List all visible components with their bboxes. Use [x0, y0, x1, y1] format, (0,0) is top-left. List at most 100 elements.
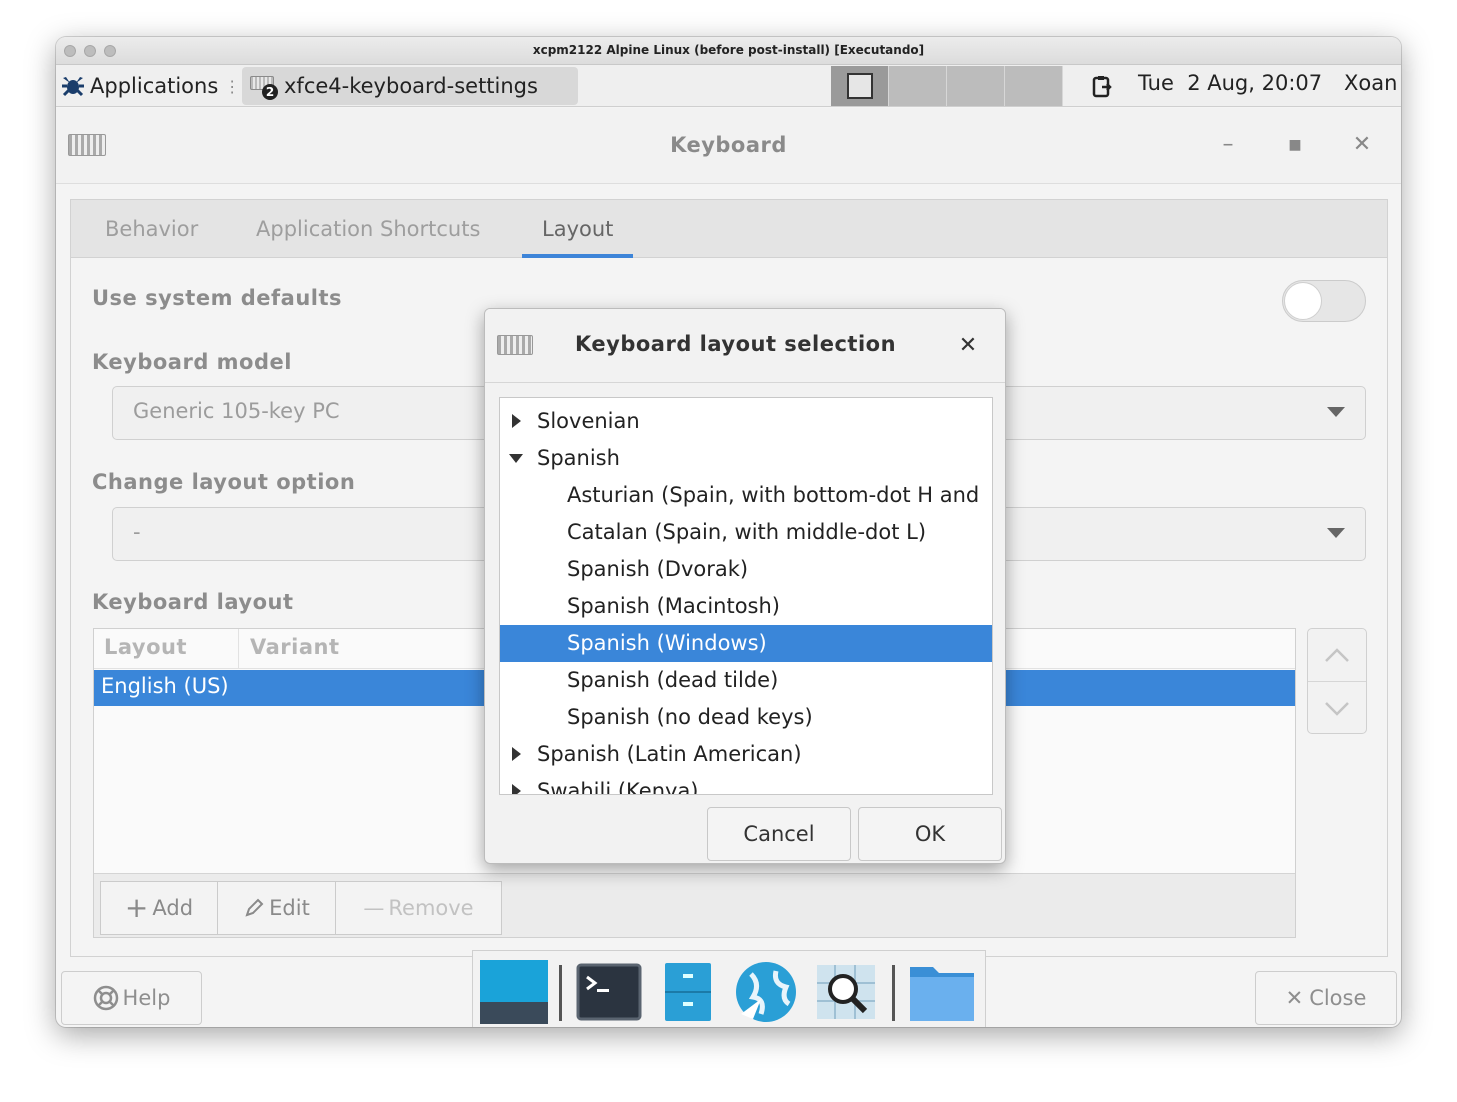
keyboard-layout-label: Keyboard layout: [92, 590, 294, 614]
expander-collapsed-icon[interactable]: [512, 747, 521, 761]
pencil-icon: [245, 898, 264, 917]
vm-title: xcpm2122 Alpine Linux (before post-insta…: [532, 43, 925, 57]
cancel-button[interactable]: Cancel: [707, 807, 851, 861]
tree-item-label: Asturian (Spain, with bottom-dot H and: [567, 483, 980, 507]
workspace-2[interactable]: [889, 66, 947, 106]
workspace-switcher[interactable]: [831, 66, 1063, 106]
tree-variant-item[interactable]: Asturian (Spain, with bottom-dot H and: [500, 477, 992, 514]
chevron-down-icon: [1327, 407, 1345, 417]
close-icon[interactable]: ✕: [953, 331, 983, 361]
tab-layout[interactable]: Layout: [521, 200, 634, 258]
expander-expanded-icon[interactable]: [509, 454, 523, 463]
panel-separator: ⋮: [224, 76, 241, 96]
window-count-badge: 2: [262, 84, 278, 100]
use-system-defaults-label: Use system defaults: [92, 286, 343, 310]
close-label: Close: [1309, 986, 1367, 1010]
minimize-button[interactable]: –: [1213, 130, 1243, 160]
tree-group-item[interactable]: Swahili (Kenya): [500, 773, 992, 795]
tree-variant-item[interactable]: Spanish (Macintosh): [500, 588, 992, 625]
top-panel: Applications ⋮ 2 xfce4-keyboard-settings…: [56, 65, 1401, 107]
tree-variant-item[interactable]: Spanish (no dead keys): [500, 699, 992, 736]
remove-label: Remove: [388, 896, 474, 920]
close-icon[interactable]: ✕: [1347, 130, 1377, 160]
app-finder-icon[interactable]: [811, 959, 881, 1025]
applications-menu-button[interactable]: Applications ⋮: [60, 68, 240, 104]
tab-behavior[interactable]: Behavior: [105, 200, 198, 258]
xfce-logo-icon: [62, 77, 84, 97]
applications-label: Applications: [90, 74, 219, 98]
workspace-4[interactable]: [1005, 66, 1063, 106]
tree-item-label: Spanish (Macintosh): [567, 594, 780, 618]
vm-window: xcpm2122 Alpine Linux (before post-insta…: [56, 37, 1401, 1027]
user-menu[interactable]: Xoan: [1344, 71, 1397, 95]
clipboard-icon[interactable]: [1090, 74, 1114, 98]
help-button[interactable]: Help: [61, 971, 202, 1025]
dock-separator: [559, 965, 562, 1021]
app-titlebar: Keyboard – ■ ✕: [56, 108, 1401, 184]
move-up-button[interactable]: [1308, 629, 1366, 682]
add-label: Add: [152, 896, 194, 920]
keyboard-icon: [497, 335, 533, 355]
workspace-1[interactable]: [831, 66, 889, 106]
keyboard-model-value: Generic 105-key PC: [133, 399, 340, 423]
tree-variant-item[interactable]: Spanish (dead tilde): [500, 662, 992, 699]
expander-collapsed-icon[interactable]: [512, 784, 521, 794]
layout-tree[interactable]: Slovenian Spanish Asturian (Spain, with bo…: [499, 397, 993, 795]
terminal-icon[interactable]: [575, 959, 645, 1025]
tree-variant-item[interactable]: Spanish (Dvorak): [500, 551, 992, 588]
tab-bar: Behavior Application Shortcuts Layout: [71, 200, 1387, 258]
ok-button[interactable]: OK: [858, 807, 1002, 861]
tab-application-shortcuts[interactable]: Application Shortcuts: [256, 200, 480, 258]
taskbar-button-label: xfce4-keyboard-settings: [284, 74, 538, 98]
change-layout-option-label: Change layout option: [92, 470, 356, 494]
move-down-button[interactable]: [1308, 682, 1366, 735]
keyboard-icon: 2: [250, 76, 278, 100]
tree-item-label: Swahili (Kenya): [537, 779, 699, 795]
chevron-down-icon: [1325, 701, 1349, 716]
change-layout-option-value: -: [133, 520, 141, 544]
edit-label: Edit: [269, 896, 310, 920]
add-layout-button[interactable]: + Add: [100, 881, 218, 935]
app-title: Keyboard: [670, 133, 787, 157]
keyboard-model-label: Keyboard model: [92, 350, 292, 374]
edit-layout-button[interactable]: Edit: [217, 881, 336, 935]
expander-collapsed-icon[interactable]: [512, 414, 521, 428]
close-button[interactable]: ✕ Close: [1255, 971, 1397, 1025]
use-system-defaults-switch[interactable]: [1282, 280, 1366, 322]
layout-list-toolbar: + Add Edit — Remove: [94, 873, 1295, 937]
tree-item-label: Spanish (Latin American): [537, 742, 802, 766]
panel-clock[interactable]: Tue 2 Aug, 20:07: [1138, 71, 1322, 95]
dialog-title: Keyboard layout selection: [575, 332, 897, 356]
help-label: Help: [122, 986, 171, 1010]
folder-icon[interactable]: [907, 959, 977, 1025]
close-icon: ✕: [1285, 986, 1304, 1010]
tree-item-label: Catalan (Spain, with middle-dot L): [567, 520, 927, 544]
file-cabinet-icon[interactable]: [653, 959, 723, 1025]
tree-variant-item[interactable]: Spanish (Windows): [500, 625, 992, 662]
layout-cell: English (US): [101, 674, 229, 698]
web-browser-icon[interactable]: [731, 959, 801, 1025]
workspace-3[interactable]: [947, 66, 1005, 106]
plus-icon: +: [124, 891, 149, 924]
chevron-up-icon: [1325, 648, 1349, 662]
tree-group-item[interactable]: Spanish: [500, 440, 992, 477]
taskbar-button-keyboard-settings[interactable]: 2 xfce4-keyboard-settings: [242, 67, 578, 105]
column-header-variant[interactable]: Variant: [250, 635, 340, 659]
dock-separator: [892, 965, 895, 1021]
tree-group-item[interactable]: Slovenian: [500, 403, 992, 440]
remove-layout-button[interactable]: — Remove: [335, 881, 502, 935]
tree-item-label: Spanish (Dvorak): [567, 557, 749, 581]
desktop-icon[interactable]: [479, 959, 549, 1025]
tree-group-item[interactable]: Spanish (Latin American): [500, 736, 992, 773]
keyboard-layout-selection-dialog: Keyboard layout selection ✕ Slovenian Spa…: [484, 308, 1006, 864]
tree-item-label: Spanish (no dead keys): [567, 705, 813, 729]
tree-item-label: Spanish (dead tilde): [567, 668, 779, 692]
dialog-titlebar: Keyboard layout selection ✕: [485, 309, 1005, 383]
reorder-buttons: [1307, 628, 1367, 734]
help-icon: [93, 985, 118, 1011]
tree-variant-item[interactable]: Catalan (Spain, with middle-dot L): [500, 514, 992, 551]
minus-icon: —: [363, 896, 385, 920]
column-header-layout[interactable]: Layout: [104, 635, 187, 659]
dock: [472, 950, 986, 1027]
maximize-button[interactable]: ■: [1280, 130, 1310, 160]
